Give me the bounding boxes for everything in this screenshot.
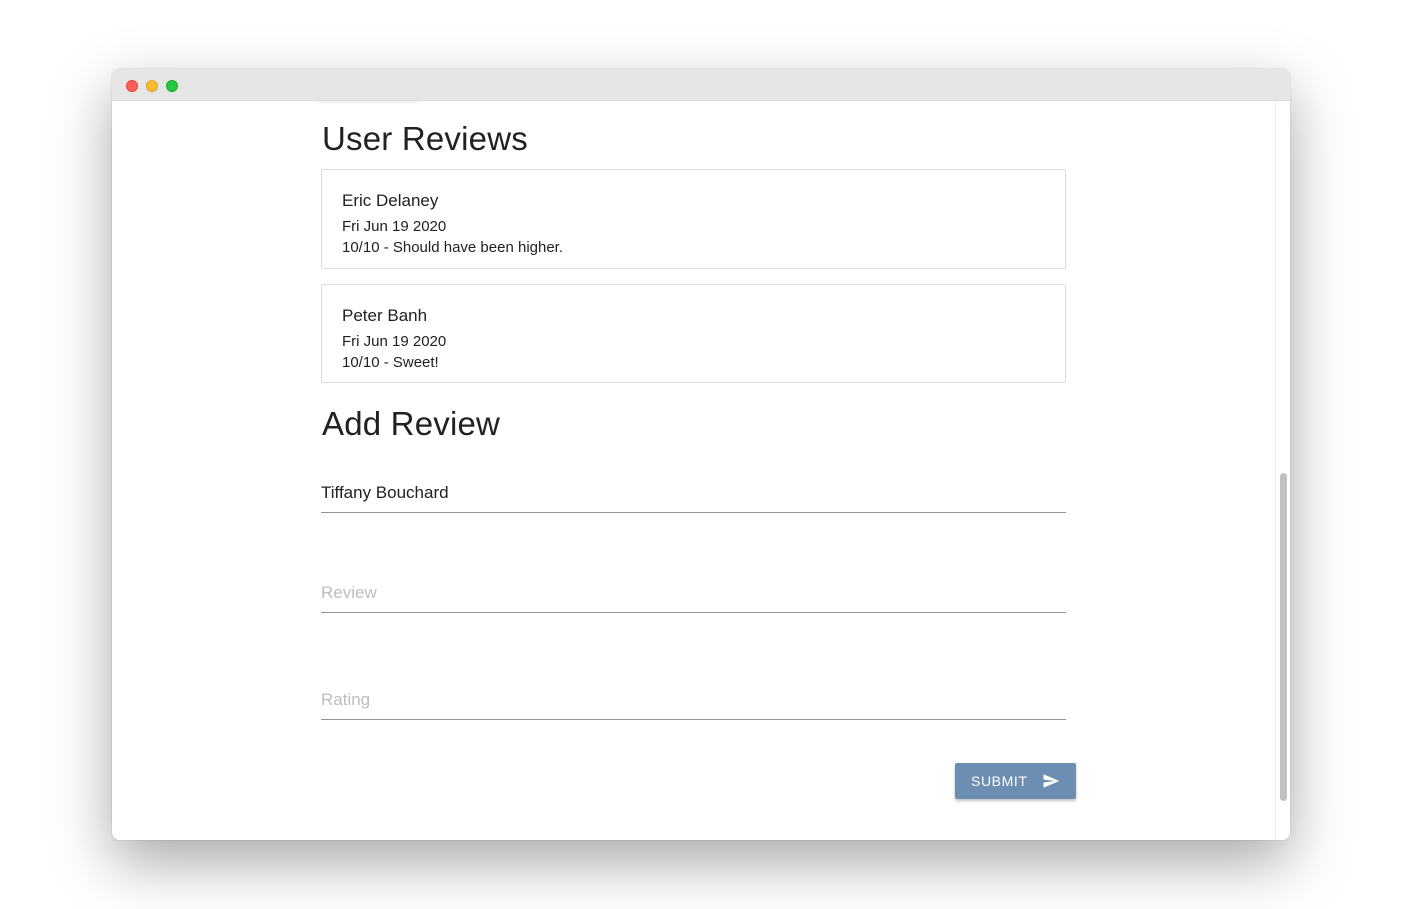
review-author: Eric Delaney — [342, 191, 439, 210]
review-card: Peter Banh Fri Jun 19 2020 10/10 - Sweet… — [321, 284, 1066, 383]
scrolled-content-edge — [318, 101, 418, 103]
submit-button[interactable]: SUBMIT — [955, 763, 1076, 799]
review-text-input[interactable] — [321, 573, 1066, 613]
browser-window: User Reviews Eric Delaney Fri Jun 19 202… — [112, 69, 1290, 840]
title-bar — [112, 69, 1290, 101]
vertical-scrollbar[interactable] — [1275, 101, 1290, 840]
zoom-window-button[interactable] — [166, 80, 178, 92]
review-date: Fri Jun 19 2020 — [342, 333, 447, 350]
reviewer-name-input[interactable] — [321, 473, 1066, 513]
review-text: 10/10 - Sweet! — [342, 354, 439, 371]
review-text: 10/10 - Should have been higher. — [342, 239, 564, 256]
review-date: Fri Jun 19 2020 — [342, 218, 447, 235]
scrollbar-thumb[interactable] — [1280, 473, 1287, 801]
minimize-window-button[interactable] — [146, 80, 158, 92]
review-card: Eric Delaney Fri Jun 19 2020 10/10 - Sho… — [321, 169, 1066, 269]
review-author: Peter Banh — [342, 306, 428, 325]
submit-button-label: SUBMIT — [971, 773, 1028, 789]
user-reviews-heading: User Reviews — [322, 120, 528, 157]
send-icon — [1043, 774, 1060, 788]
add-review-heading: Add Review — [322, 405, 501, 442]
close-window-button[interactable] — [126, 80, 138, 92]
page-content: User Reviews Eric Delaney Fri Jun 19 202… — [112, 101, 1290, 840]
rating-input[interactable] — [321, 680, 1066, 720]
